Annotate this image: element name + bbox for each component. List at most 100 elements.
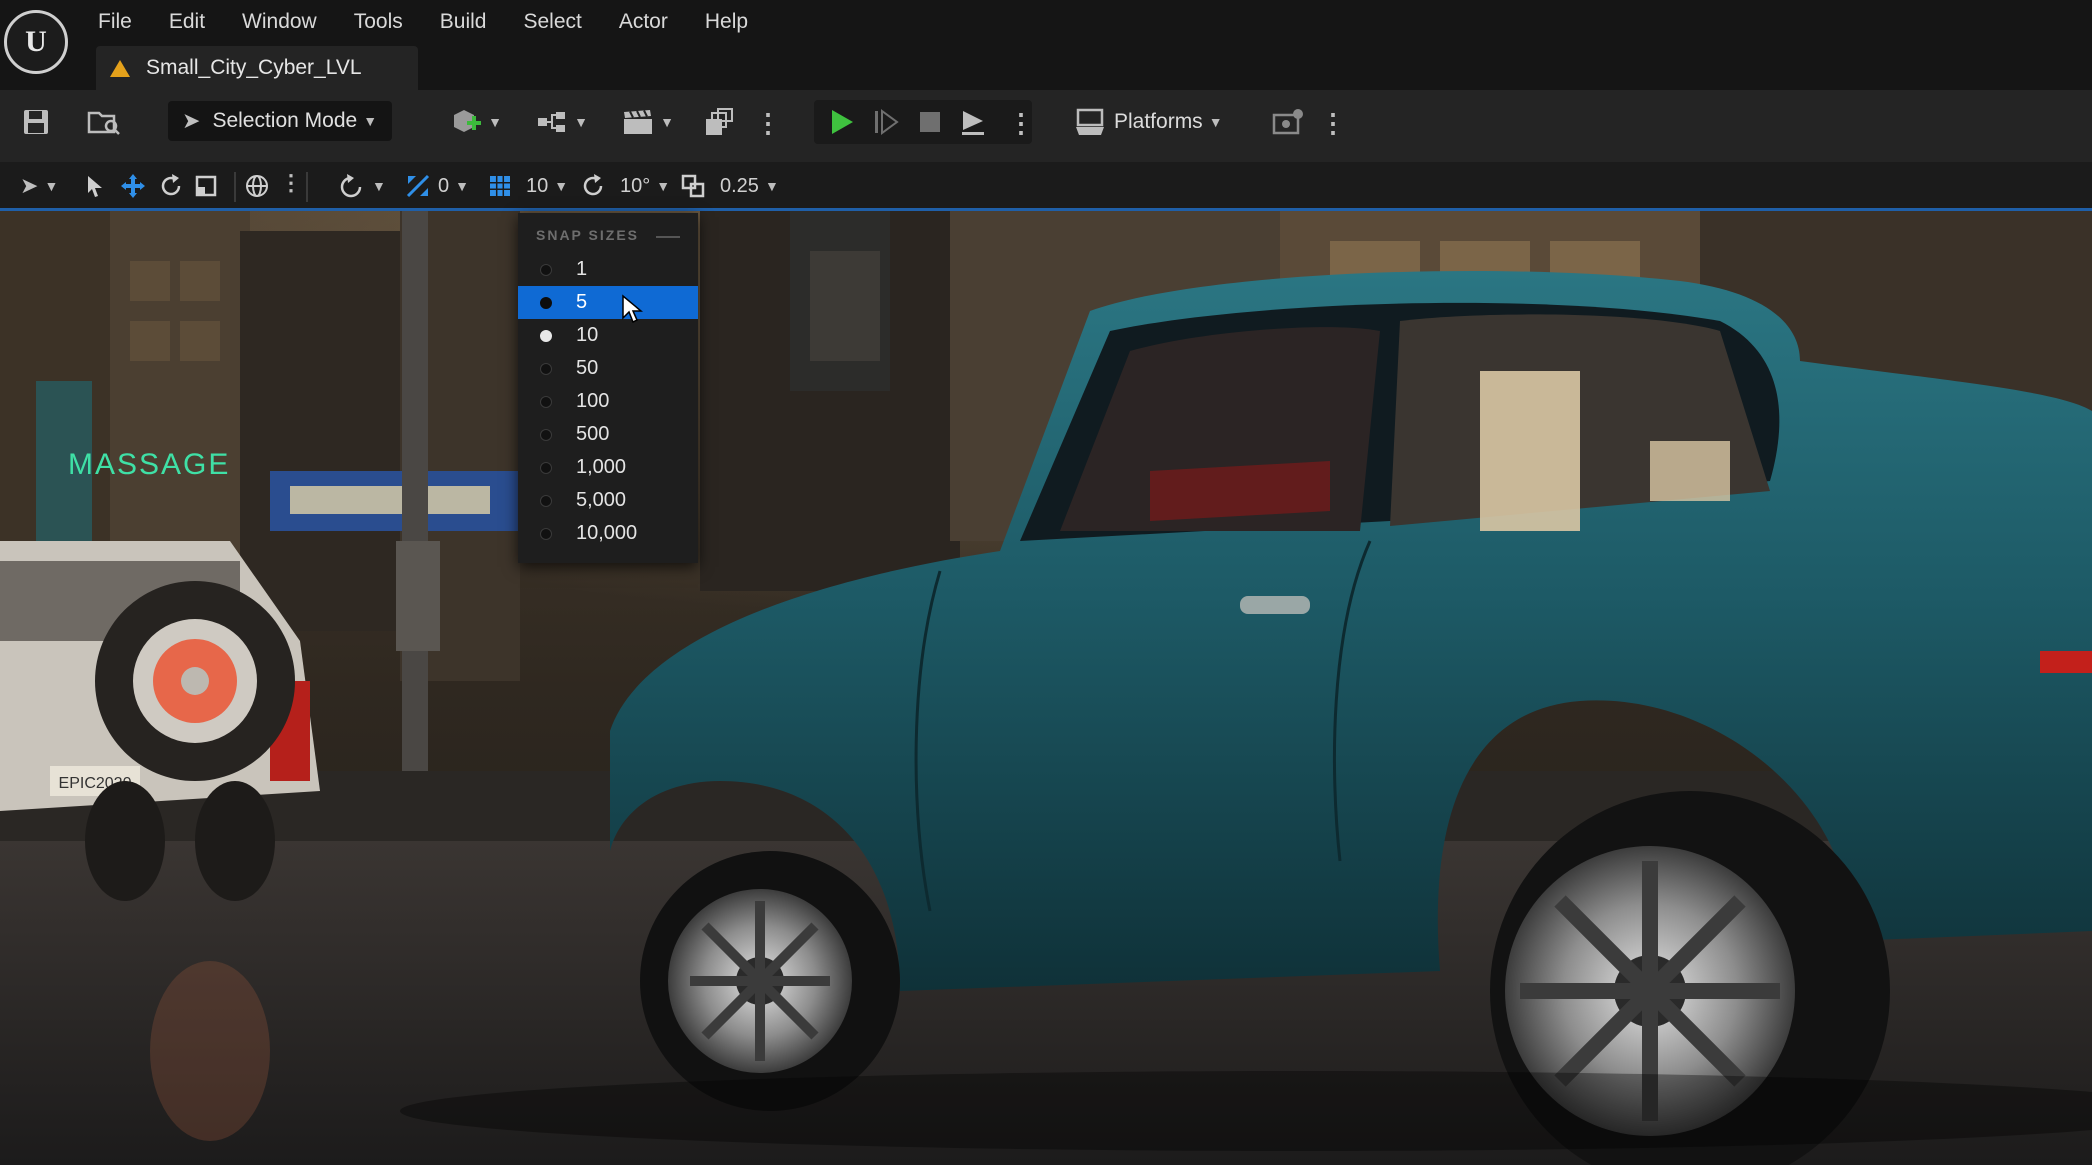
- select-tool-button[interactable]: [84, 162, 106, 210]
- rotate-icon: [161, 174, 181, 196]
- menu-help[interactable]: Help: [705, 10, 748, 34]
- translate-icon: [121, 174, 145, 198]
- stop-button[interactable]: [912, 104, 948, 140]
- level-warning-icon: [110, 59, 130, 77]
- snap-option-label: 10: [576, 324, 599, 346]
- rotate-tool-button[interactable]: [158, 162, 184, 210]
- scale-tool-button[interactable]: [194, 162, 218, 210]
- grid-snap-dropdown[interactable]: 10 ▼: [488, 162, 568, 210]
- play-icon: [832, 110, 853, 134]
- snap-option-10[interactable]: 10: [518, 319, 698, 352]
- platforms-label: Platforms: [1114, 110, 1203, 133]
- menu-build[interactable]: Build: [440, 10, 487, 34]
- chevron-down-icon: ▼: [1208, 114, 1223, 130]
- save-icon: [24, 110, 48, 134]
- snap-option-500[interactable]: 500: [518, 418, 698, 451]
- chevron-down-icon: ▼: [656, 178, 671, 194]
- menu-edit[interactable]: Edit: [169, 10, 205, 34]
- menu-file[interactable]: File: [98, 10, 132, 34]
- blueprints-button[interactable]: ▼: [532, 104, 592, 140]
- city-scene-image: MASSAGE EPIC2020: [0, 211, 2092, 1165]
- massage-neon-sign: MASSAGE: [68, 448, 230, 481]
- menu-actor[interactable]: Actor: [619, 10, 668, 34]
- folder-search-icon: [87, 111, 120, 135]
- translate-tool-button[interactable]: [120, 162, 146, 210]
- snap-option-label: 5,000: [576, 489, 627, 511]
- scale-snap-value: 0: [438, 174, 450, 197]
- clapperboard-icon: [624, 110, 653, 134]
- transform-options-icon[interactable]: ⋮: [280, 170, 302, 196]
- snap-option-100[interactable]: 100: [518, 385, 698, 418]
- grid-snap-value: 10: [526, 174, 549, 197]
- surface-snapping-button[interactable]: ▼: [338, 162, 386, 210]
- platforms-icon: [1076, 108, 1104, 135]
- content-browser-button[interactable]: [84, 104, 124, 140]
- play-button[interactable]: [824, 104, 860, 140]
- snap-option-50[interactable]: 50: [518, 352, 698, 385]
- chevron-down-icon: ▼: [455, 178, 469, 194]
- toolbar-divider: [306, 172, 308, 202]
- add-actor-icon: [454, 110, 482, 132]
- selection-mode-dropdown[interactable]: ➤ Selection Mode ▼: [168, 101, 392, 141]
- snap-option-1000[interactable]: 1,000: [518, 451, 698, 484]
- settings-options-icon[interactable]: ⋮: [1320, 108, 1346, 139]
- unreal-logo-icon[interactable]: U: [4, 10, 68, 74]
- snap-option-1[interactable]: 1: [518, 253, 698, 286]
- transform-cursor-icon: ➤: [20, 173, 39, 198]
- play-options-icon[interactable]: ⋮: [1008, 108, 1034, 139]
- settings-icon: [1272, 109, 1303, 135]
- viewport-toolbar: [0, 162, 2092, 210]
- more-options-icon[interactable]: ⋮: [755, 108, 781, 139]
- chevron-down-icon: ▼: [764, 178, 779, 194]
- toolbar-divider: [234, 172, 236, 202]
- build-icon: [706, 108, 733, 135]
- camera-speed-icon: [681, 174, 705, 198]
- advance-frame-button[interactable]: [868, 104, 904, 140]
- coordinate-space-button[interactable]: [244, 162, 270, 210]
- snap-option-5000[interactable]: 5,000: [518, 484, 698, 517]
- rotation-snap-icon: [583, 174, 603, 196]
- radio-dot-icon: [540, 362, 552, 375]
- chevron-down-icon: ▼: [363, 113, 378, 129]
- save-button[interactable]: [18, 104, 54, 140]
- level-tab[interactable]: Small_City_Cyber_LVL: [96, 46, 418, 90]
- snap-sizes-header: SNAP SIZES: [536, 227, 639, 243]
- chevron-down-icon: ▼: [574, 114, 588, 130]
- advance-frame-icon: [875, 109, 899, 135]
- eject-button[interactable]: [955, 104, 991, 140]
- settings-button[interactable]: [1268, 104, 1308, 140]
- snap-option-10000[interactable]: 10,000: [518, 517, 698, 550]
- radio-dot-icon: [540, 395, 552, 408]
- radio-dot-icon: [540, 428, 552, 441]
- globe-icon: [246, 175, 268, 197]
- cinematics-button[interactable]: ▼: [618, 104, 678, 140]
- build-button[interactable]: [702, 104, 738, 140]
- menu-window[interactable]: Window: [242, 10, 317, 34]
- mouse-cursor-icon: [622, 294, 643, 324]
- rotation-snap-dropdown[interactable]: 10° ▼: [580, 162, 670, 210]
- select-arrow-icon: [88, 176, 102, 197]
- platforms-dropdown[interactable]: Platforms ▼: [1074, 104, 1223, 140]
- snap-option-5[interactable]: 5: [518, 286, 698, 319]
- menu-tools[interactable]: Tools: [354, 10, 403, 34]
- camera-speed-dropdown[interactable]: 0.25 ▼: [680, 162, 779, 210]
- scale-snap-toggle[interactable]: 0 ▼: [404, 162, 469, 210]
- snap-option-label: 1,000: [576, 456, 627, 478]
- rotation-snap-value: 10°: [620, 174, 651, 197]
- radio-dot-icon: [540, 461, 552, 474]
- radio-dot-icon: [540, 263, 552, 276]
- snap-option-label: 100: [576, 390, 610, 412]
- chevron-down-icon: ▼: [660, 114, 674, 130]
- level-viewport[interactable]: MASSAGE EPIC2020: [0, 211, 2092, 1165]
- radio-dot-icon: [540, 527, 552, 540]
- eject-icon: [962, 111, 984, 135]
- scale-snap-icon: [406, 174, 430, 198]
- radio-dot-icon: [540, 296, 552, 309]
- add-actor-button[interactable]: ▼: [446, 104, 506, 140]
- snap-option-label: 10,000: [576, 522, 638, 544]
- menu-bar: File Edit Window Tools Build Select Acto…: [0, 0, 2092, 44]
- transform-mode-dropdown[interactable]: ➤ ▼: [20, 162, 58, 210]
- menu-select[interactable]: Select: [523, 10, 581, 34]
- radio-dot-icon: [540, 329, 552, 342]
- selection-mode-label: Selection Mode: [212, 109, 358, 132]
